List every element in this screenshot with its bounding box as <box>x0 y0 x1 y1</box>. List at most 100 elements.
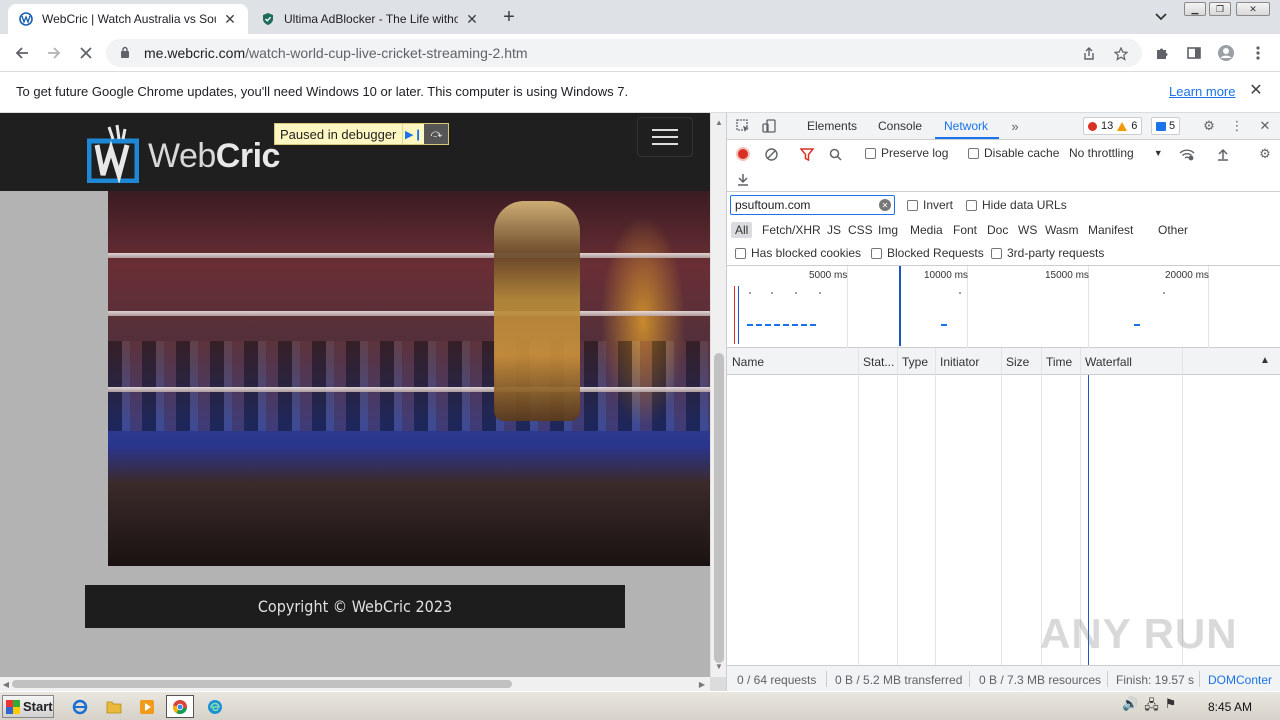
scroll-down-icon[interactable]: ▼ <box>711 659 727 673</box>
clear-filter-icon[interactable]: ✕ <box>879 199 891 211</box>
sort-ascending-icon[interactable]: ▲ <box>1260 355 1270 366</box>
media-player-icon[interactable] <box>137 697 157 717</box>
search-icon[interactable] <box>825 144 845 164</box>
extensions-puzzle-icon[interactable] <box>1151 42 1173 64</box>
preserve-log-checkbox[interactable]: Preserve log <box>865 146 948 160</box>
filter-type-font[interactable]: Font <box>949 222 981 238</box>
throttling-select[interactable]: No throttling ▼ <box>1069 146 1163 160</box>
filter-type-doc[interactable]: Doc <box>983 222 1012 238</box>
new-tab-button[interactable]: + <box>498 6 520 28</box>
back-arrow-icon[interactable] <box>11 42 33 64</box>
action-center-flag-icon[interactable]: ⚑ <box>1165 696 1177 718</box>
tab-ultima-adblocker[interactable]: Ultima AdBlocker - The Life without A ✕ <box>250 4 490 34</box>
invert-checkbox[interactable]: Invert <box>907 198 953 212</box>
timeline-tick: 5000 ms <box>809 270 848 281</box>
network-tray-icon[interactable]: 🖧 <box>1144 696 1159 718</box>
scrollbar-thumb[interactable] <box>714 353 724 663</box>
column-size[interactable]: Size <box>1006 355 1029 369</box>
tab-elements[interactable]: Elements <box>807 119 857 133</box>
bookmark-star-icon[interactable] <box>1110 43 1132 65</box>
messages-counter[interactable]: 5 <box>1151 117 1181 135</box>
filter-type-ws[interactable]: WS <box>1014 222 1041 238</box>
column-initiator[interactable]: Initiator <box>940 355 979 369</box>
issues-counter[interactable]: 13 6 <box>1083 117 1143 135</box>
tab-network[interactable]: Network <box>944 119 988 133</box>
edge-icon[interactable] <box>205 697 225 717</box>
taskbar-clock[interactable]: 8:45 AM <box>1208 700 1252 714</box>
column-name[interactable]: Name <box>732 355 764 369</box>
start-button[interactable]: Start <box>2 695 54 718</box>
maximize-button[interactable]: ❐ <box>1209 2 1231 16</box>
tab-console[interactable]: Console <box>878 119 922 133</box>
filter-type-js[interactable]: JS <box>823 222 845 238</box>
column-type[interactable]: Type <box>902 355 928 369</box>
export-har-icon[interactable] <box>733 169 753 189</box>
scroll-up-icon[interactable]: ▲ <box>711 115 727 129</box>
close-window-button[interactable]: ✕ <box>1236 2 1270 16</box>
more-tabs-chevron-icon[interactable]: » <box>1005 116 1025 136</box>
settings-gear-icon[interactable]: ⚙ <box>1199 116 1219 136</box>
network-settings-gear-icon[interactable]: ⚙ <box>1255 144 1275 164</box>
domcontentloaded-marker <box>738 286 739 344</box>
filter-type-manifest[interactable]: Manifest <box>1084 222 1137 238</box>
import-har-icon[interactable] <box>1213 144 1233 164</box>
close-tab-icon[interactable]: ✕ <box>222 11 238 27</box>
address-bar[interactable]: me.webcric.com/watch-world-cup-live-cric… <box>106 39 1142 67</box>
device-toolbar-icon[interactable] <box>759 116 779 136</box>
chevron-down-icon[interactable] <box>1152 8 1170 26</box>
webcric-logo-icon[interactable] <box>86 123 140 185</box>
column-status[interactable]: Stat... <box>863 355 894 369</box>
column-time[interactable]: Time <box>1046 355 1072 369</box>
blocked-requests-checkbox[interactable]: Blocked Requests <box>871 246 984 260</box>
third-party-requests-checkbox[interactable]: 3rd-party requests <box>991 246 1104 260</box>
tab-webcric[interactable]: WebCric | Watch Australia vs South ✕ <box>8 4 248 34</box>
logo-wordmark[interactable]: WebCric <box>148 137 280 176</box>
scroll-left-icon[interactable]: ◀ <box>0 677 12 691</box>
network-filter-bar: psuftoum.com ✕ Invert Hide data URLs All… <box>727 192 1280 266</box>
close-devtools-icon[interactable]: ✕ <box>1255 116 1275 136</box>
column-waterfall[interactable]: Waterfall <box>1085 355 1132 369</box>
page-horizontal-scrollbar[interactable]: ◀ ▶ <box>0 677 710 691</box>
active-tab-indicator <box>935 137 999 139</box>
resume-execution-icon[interactable]: ▶❙ <box>402 124 424 144</box>
internet-explorer-icon[interactable] <box>70 697 90 717</box>
filter-type-other[interactable]: Other <box>1154 222 1192 238</box>
disable-cache-checkbox[interactable]: Disable cache <box>968 146 1059 160</box>
scrollbar-thumb[interactable] <box>12 680 512 688</box>
filter-type-wasm[interactable]: Wasm <box>1041 222 1083 238</box>
scroll-right-icon[interactable]: ▶ <box>696 677 708 691</box>
hamburger-menu-icon[interactable] <box>637 117 693 157</box>
kebab-menu-icon[interactable] <box>1247 42 1269 64</box>
share-icon[interactable] <box>1078 43 1100 65</box>
side-panel-icon[interactable] <box>1183 42 1205 64</box>
has-blocked-cookies-checkbox[interactable]: Has blocked cookies <box>735 246 861 260</box>
minimize-button[interactable]: ▁ <box>1184 2 1206 16</box>
devtools-menu-icon[interactable]: ⋮ <box>1227 116 1247 136</box>
video-player[interactable] <box>108 191 710 566</box>
clear-icon[interactable] <box>761 144 781 164</box>
step-over-icon[interactable]: ⤼ <box>424 124 449 144</box>
network-conditions-icon[interactable] <box>1177 144 1197 164</box>
chrome-icon[interactable] <box>166 695 194 718</box>
stop-loading-icon[interactable] <box>75 42 97 64</box>
filter-type-all[interactable]: All <box>731 222 753 238</box>
profile-avatar-icon[interactable] <box>1215 42 1237 64</box>
hide-data-urls-checkbox[interactable]: Hide data URLs <box>966 198 1067 212</box>
page-vertical-scrollbar[interactable]: ▲ ▼ <box>710 113 726 677</box>
record-button[interactable] <box>736 147 750 161</box>
volume-icon[interactable]: 🔊 <box>1122 696 1138 718</box>
filter-funnel-icon[interactable] <box>797 144 817 164</box>
filter-type-media[interactable]: Media <box>906 222 947 238</box>
close-infobar-icon[interactable]: ✕ <box>1246 80 1266 100</box>
filter-type-fetch-xhr[interactable]: Fetch/XHR <box>758 222 825 238</box>
timeline-tick: 20000 ms <box>1165 270 1209 281</box>
filter-type-css[interactable]: CSS <box>844 222 877 238</box>
inspect-element-icon[interactable] <box>733 116 753 136</box>
network-overview-timeline[interactable]: 5000 ms 10000 ms 15000 ms 20000 ms <box>727 266 1280 348</box>
forward-arrow-icon[interactable] <box>43 42 65 64</box>
filter-type-img[interactable]: Img <box>874 222 902 238</box>
learn-more-link[interactable]: Learn more <box>1169 84 1235 99</box>
close-tab-icon[interactable]: ✕ <box>464 11 480 27</box>
filter-input[interactable]: psuftoum.com ✕ <box>730 195 895 215</box>
file-explorer-icon[interactable] <box>104 697 124 717</box>
